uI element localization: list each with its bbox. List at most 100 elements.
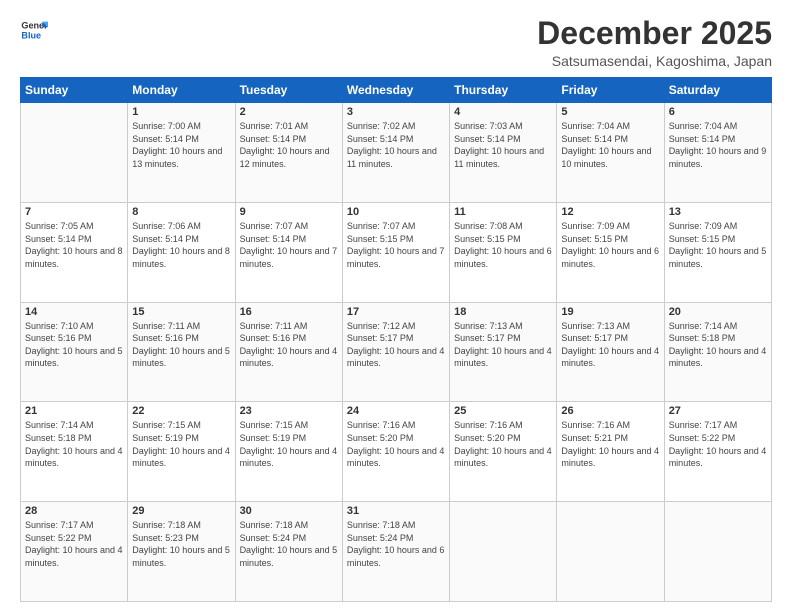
cell-2-4: 10 Sunrise: 7:07 AMSunset: 5:15 PMDaylig…	[342, 202, 449, 302]
cell-4-2: 22 Sunrise: 7:15 AMSunset: 5:19 PMDaylig…	[128, 402, 235, 502]
cell-2-7: 13 Sunrise: 7:09 AMSunset: 5:15 PMDaylig…	[664, 202, 771, 302]
week-row-4: 21 Sunrise: 7:14 AMSunset: 5:18 PMDaylig…	[21, 402, 772, 502]
week-row-1: 1 Sunrise: 7:00 AMSunset: 5:14 PMDayligh…	[21, 103, 772, 203]
day-number: 15	[132, 306, 230, 318]
day-info: Sunrise: 7:13 AMSunset: 5:17 PMDaylight:…	[561, 320, 659, 370]
day-number: 31	[347, 505, 445, 517]
day-info: Sunrise: 7:02 AMSunset: 5:14 PMDaylight:…	[347, 120, 445, 170]
day-number: 17	[347, 306, 445, 318]
cell-4-4: 24 Sunrise: 7:16 AMSunset: 5:20 PMDaylig…	[342, 402, 449, 502]
cell-3-4: 17 Sunrise: 7:12 AMSunset: 5:17 PMDaylig…	[342, 302, 449, 402]
day-info: Sunrise: 7:18 AMSunset: 5:24 PMDaylight:…	[347, 519, 445, 569]
day-number: 8	[132, 206, 230, 218]
cell-5-2: 29 Sunrise: 7:18 AMSunset: 5:23 PMDaylig…	[128, 502, 235, 602]
day-number: 23	[240, 405, 338, 417]
cell-1-7: 6 Sunrise: 7:04 AMSunset: 5:14 PMDayligh…	[664, 103, 771, 203]
cell-3-2: 15 Sunrise: 7:11 AMSunset: 5:16 PMDaylig…	[128, 302, 235, 402]
logo-icon: General Blue	[20, 16, 48, 44]
day-info: Sunrise: 7:18 AMSunset: 5:23 PMDaylight:…	[132, 519, 230, 569]
cell-3-7: 20 Sunrise: 7:14 AMSunset: 5:18 PMDaylig…	[664, 302, 771, 402]
cell-4-1: 21 Sunrise: 7:14 AMSunset: 5:18 PMDaylig…	[21, 402, 128, 502]
day-info: Sunrise: 7:07 AMSunset: 5:15 PMDaylight:…	[347, 220, 445, 270]
cell-5-6	[557, 502, 664, 602]
day-number: 30	[240, 505, 338, 517]
day-number: 7	[25, 206, 123, 218]
cell-1-1	[21, 103, 128, 203]
day-info: Sunrise: 7:09 AMSunset: 5:15 PMDaylight:…	[669, 220, 767, 270]
cell-2-1: 7 Sunrise: 7:05 AMSunset: 5:14 PMDayligh…	[21, 202, 128, 302]
month-title: December 2025	[537, 16, 772, 51]
day-info: Sunrise: 7:11 AMSunset: 5:16 PMDaylight:…	[132, 320, 230, 370]
day-info: Sunrise: 7:12 AMSunset: 5:17 PMDaylight:…	[347, 320, 445, 370]
day-info: Sunrise: 7:17 AMSunset: 5:22 PMDaylight:…	[25, 519, 123, 569]
day-number: 6	[669, 106, 767, 118]
day-info: Sunrise: 7:01 AMSunset: 5:14 PMDaylight:…	[240, 120, 338, 170]
cell-4-3: 23 Sunrise: 7:15 AMSunset: 5:19 PMDaylig…	[235, 402, 342, 502]
col-tuesday: Tuesday	[235, 78, 342, 103]
col-saturday: Saturday	[664, 78, 771, 103]
day-info: Sunrise: 7:04 AMSunset: 5:14 PMDaylight:…	[561, 120, 659, 170]
day-number: 16	[240, 306, 338, 318]
day-number: 19	[561, 306, 659, 318]
day-info: Sunrise: 7:03 AMSunset: 5:14 PMDaylight:…	[454, 120, 552, 170]
day-number: 25	[454, 405, 552, 417]
cell-1-4: 3 Sunrise: 7:02 AMSunset: 5:14 PMDayligh…	[342, 103, 449, 203]
day-number: 3	[347, 106, 445, 118]
title-section: December 2025 Satsumasendai, Kagoshima, …	[537, 16, 772, 69]
day-info: Sunrise: 7:00 AMSunset: 5:14 PMDaylight:…	[132, 120, 230, 170]
location: Satsumasendai, Kagoshima, Japan	[537, 53, 772, 69]
cell-5-4: 31 Sunrise: 7:18 AMSunset: 5:24 PMDaylig…	[342, 502, 449, 602]
day-info: Sunrise: 7:16 AMSunset: 5:21 PMDaylight:…	[561, 419, 659, 469]
day-number: 11	[454, 206, 552, 218]
day-info: Sunrise: 7:14 AMSunset: 5:18 PMDaylight:…	[25, 419, 123, 469]
col-wednesday: Wednesday	[342, 78, 449, 103]
cell-1-3: 2 Sunrise: 7:01 AMSunset: 5:14 PMDayligh…	[235, 103, 342, 203]
day-number: 9	[240, 206, 338, 218]
cell-5-1: 28 Sunrise: 7:17 AMSunset: 5:22 PMDaylig…	[21, 502, 128, 602]
week-row-3: 14 Sunrise: 7:10 AMSunset: 5:16 PMDaylig…	[21, 302, 772, 402]
day-number: 5	[561, 106, 659, 118]
cell-5-7	[664, 502, 771, 602]
cell-2-2: 8 Sunrise: 7:06 AMSunset: 5:14 PMDayligh…	[128, 202, 235, 302]
day-info: Sunrise: 7:13 AMSunset: 5:17 PMDaylight:…	[454, 320, 552, 370]
day-number: 27	[669, 405, 767, 417]
col-friday: Friday	[557, 78, 664, 103]
cell-2-6: 12 Sunrise: 7:09 AMSunset: 5:15 PMDaylig…	[557, 202, 664, 302]
svg-text:Blue: Blue	[21, 30, 41, 40]
day-number: 14	[25, 306, 123, 318]
week-row-2: 7 Sunrise: 7:05 AMSunset: 5:14 PMDayligh…	[21, 202, 772, 302]
day-number: 24	[347, 405, 445, 417]
cell-1-2: 1 Sunrise: 7:00 AMSunset: 5:14 PMDayligh…	[128, 103, 235, 203]
cell-1-5: 4 Sunrise: 7:03 AMSunset: 5:14 PMDayligh…	[450, 103, 557, 203]
cell-5-5	[450, 502, 557, 602]
day-number: 10	[347, 206, 445, 218]
day-info: Sunrise: 7:16 AMSunset: 5:20 PMDaylight:…	[347, 419, 445, 469]
day-number: 4	[454, 106, 552, 118]
col-monday: Monday	[128, 78, 235, 103]
day-info: Sunrise: 7:15 AMSunset: 5:19 PMDaylight:…	[240, 419, 338, 469]
cell-2-5: 11 Sunrise: 7:08 AMSunset: 5:15 PMDaylig…	[450, 202, 557, 302]
week-row-5: 28 Sunrise: 7:17 AMSunset: 5:22 PMDaylig…	[21, 502, 772, 602]
day-info: Sunrise: 7:15 AMSunset: 5:19 PMDaylight:…	[132, 419, 230, 469]
day-info: Sunrise: 7:14 AMSunset: 5:18 PMDaylight:…	[669, 320, 767, 370]
calendar-table: Sunday Monday Tuesday Wednesday Thursday…	[20, 77, 772, 602]
day-number: 26	[561, 405, 659, 417]
day-number: 1	[132, 106, 230, 118]
cell-1-6: 5 Sunrise: 7:04 AMSunset: 5:14 PMDayligh…	[557, 103, 664, 203]
day-info: Sunrise: 7:07 AMSunset: 5:14 PMDaylight:…	[240, 220, 338, 270]
day-info: Sunrise: 7:06 AMSunset: 5:14 PMDaylight:…	[132, 220, 230, 270]
day-info: Sunrise: 7:05 AMSunset: 5:14 PMDaylight:…	[25, 220, 123, 270]
day-number: 21	[25, 405, 123, 417]
calendar-page: General Blue December 2025 Satsumasendai…	[0, 0, 792, 612]
day-info: Sunrise: 7:04 AMSunset: 5:14 PMDaylight:…	[669, 120, 767, 170]
logo: General Blue	[20, 16, 52, 44]
cell-3-1: 14 Sunrise: 7:10 AMSunset: 5:16 PMDaylig…	[21, 302, 128, 402]
day-info: Sunrise: 7:11 AMSunset: 5:16 PMDaylight:…	[240, 320, 338, 370]
day-number: 13	[669, 206, 767, 218]
days-header-row: Sunday Monday Tuesday Wednesday Thursday…	[21, 78, 772, 103]
day-info: Sunrise: 7:16 AMSunset: 5:20 PMDaylight:…	[454, 419, 552, 469]
day-number: 29	[132, 505, 230, 517]
day-info: Sunrise: 7:17 AMSunset: 5:22 PMDaylight:…	[669, 419, 767, 469]
day-info: Sunrise: 7:08 AMSunset: 5:15 PMDaylight:…	[454, 220, 552, 270]
day-number: 28	[25, 505, 123, 517]
